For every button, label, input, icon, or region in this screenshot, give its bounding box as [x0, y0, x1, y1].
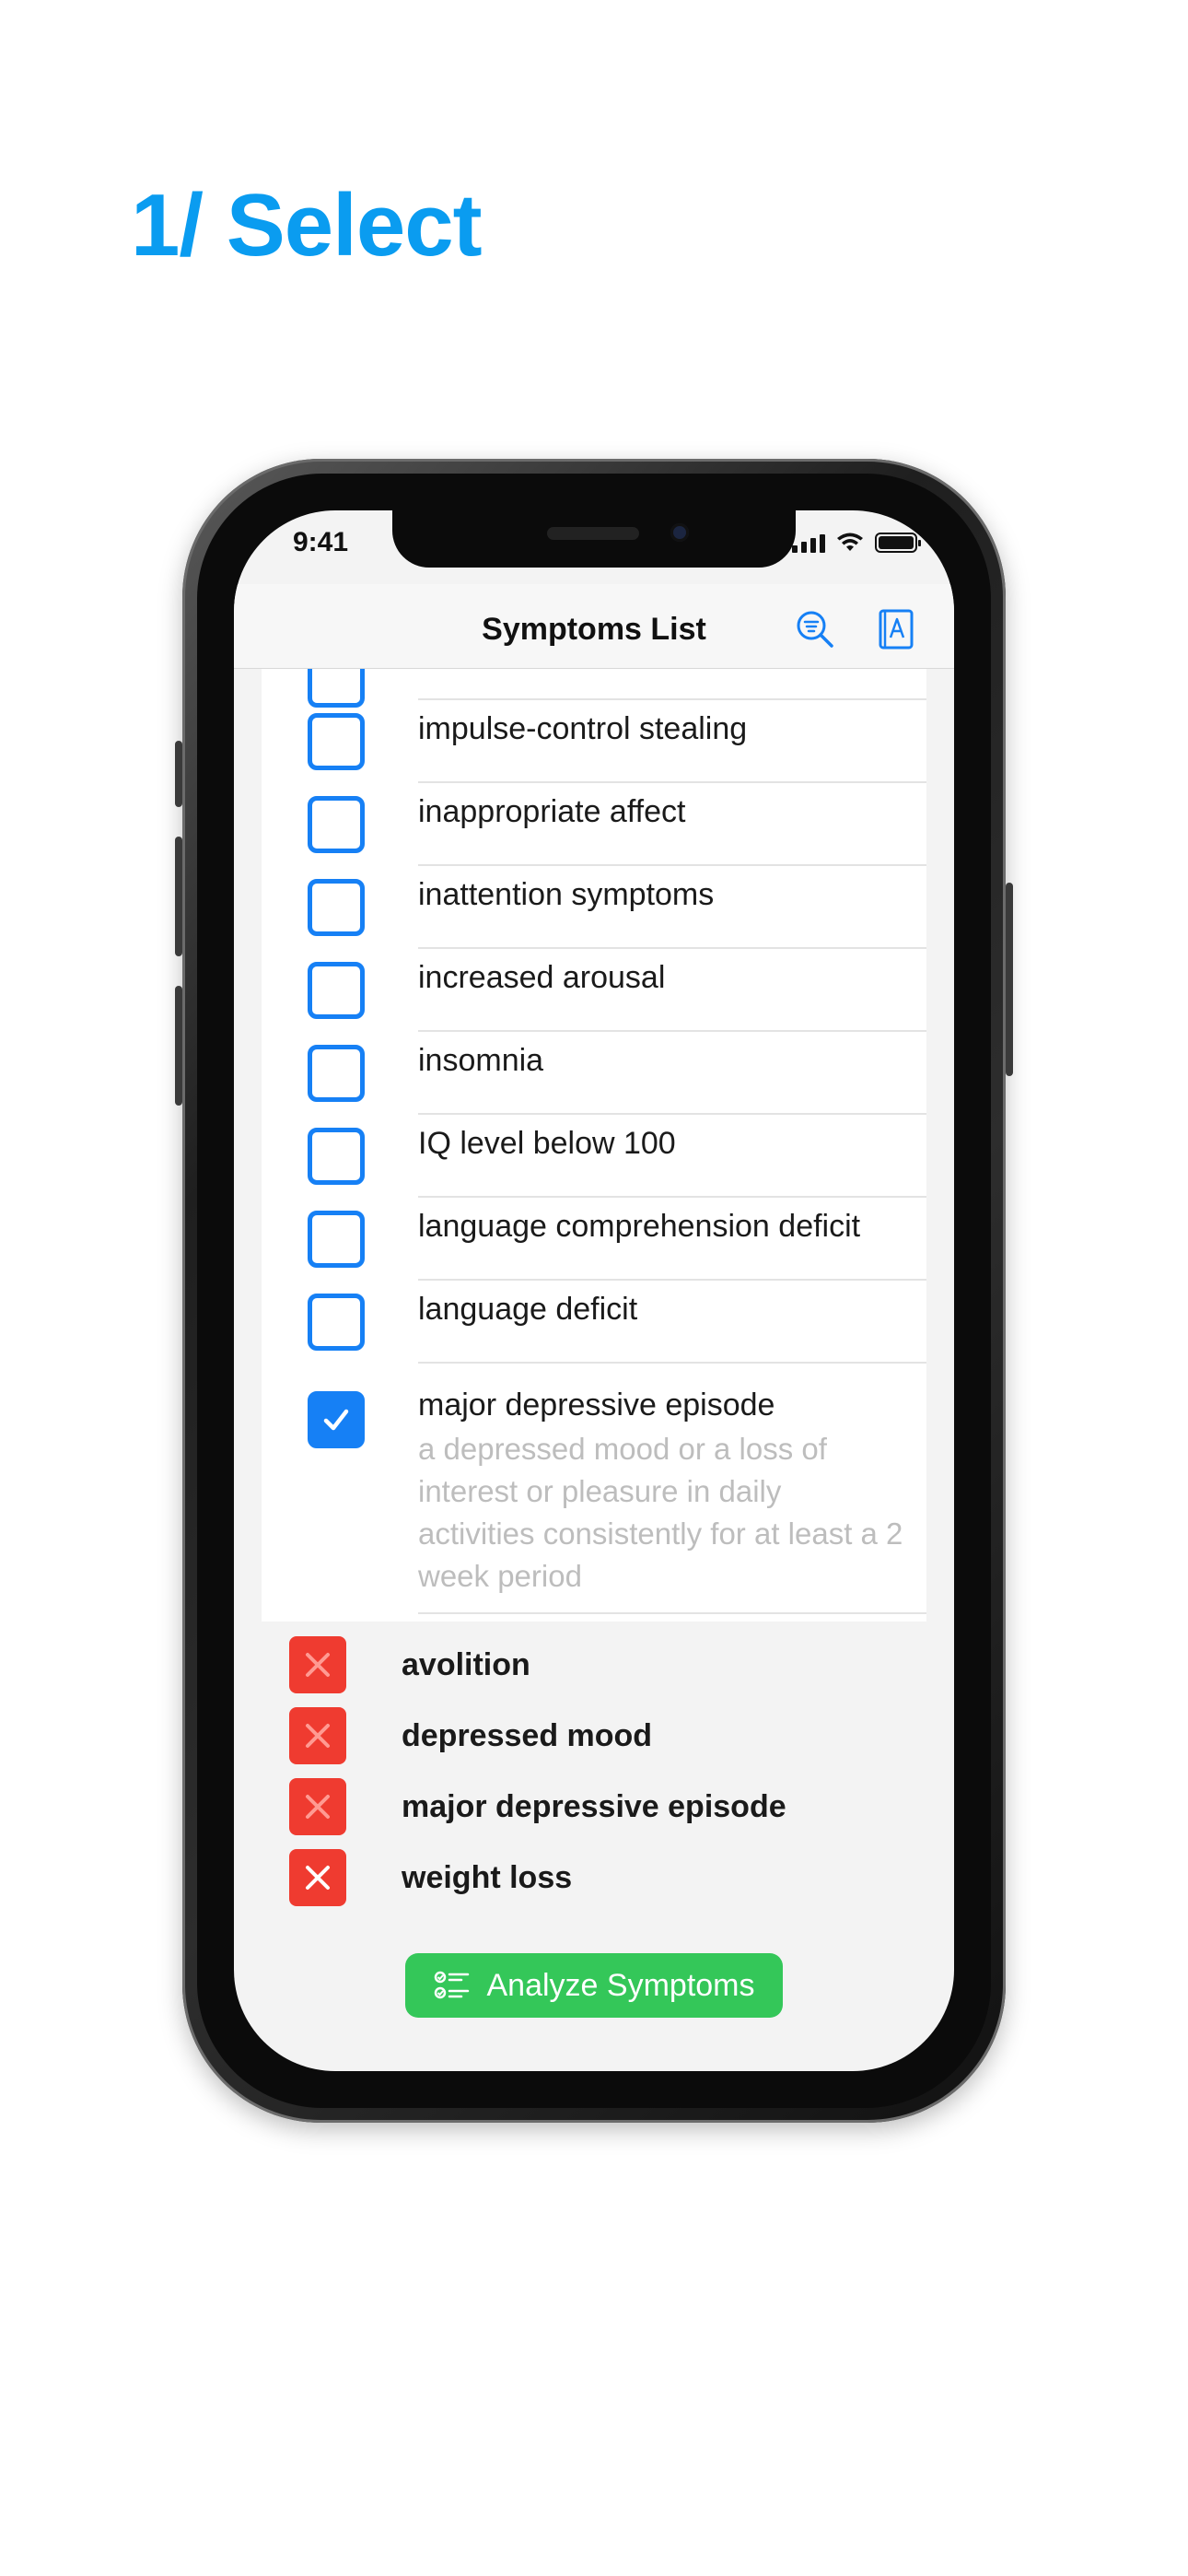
screen: 9:41 Symptoms List impulse-control steal… — [234, 510, 954, 2071]
analyze-button-label: Analyze Symptoms — [486, 1967, 755, 2003]
list-item-label: increased arousal — [418, 960, 666, 995]
selected-item: depressed mood — [289, 1707, 897, 1766]
list-item-label: major depressive episode — [418, 1388, 775, 1423]
analyze-symptoms-button[interactable]: Analyze Symptoms — [405, 1953, 783, 2018]
row-separator — [418, 1612, 926, 1614]
checkbox[interactable] — [308, 1045, 365, 1102]
list-item[interactable]: inappropriate affect — [262, 783, 926, 866]
list-item[interactable]: insomnia — [262, 1032, 926, 1115]
volume-up-button — [175, 837, 182, 956]
remove-button[interactable] — [289, 1636, 346, 1693]
notch — [392, 510, 796, 568]
checkbox[interactable] — [308, 796, 365, 853]
list-item-label: inattention symptoms — [418, 877, 715, 912]
list-item-label: inappropriate affect — [418, 794, 686, 829]
remove-button[interactable] — [289, 1849, 346, 1906]
list-item-label: insomnia — [418, 1043, 544, 1078]
list-item-label: IQ level below 100 — [418, 1126, 676, 1161]
status-time: 9:41 — [293, 527, 349, 557]
selected-item-label: avolition — [402, 1647, 530, 1682]
status-icons — [792, 533, 921, 553]
list-item[interactable]: inattention symptoms — [262, 866, 926, 949]
close-icon — [306, 1866, 330, 1890]
checkbox[interactable] — [308, 713, 365, 770]
dictionary-book-icon[interactable] — [875, 608, 917, 650]
close-icon — [306, 1795, 330, 1819]
remove-button[interactable] — [289, 1778, 346, 1835]
list-item-description: a depressed mood or a loss of interest o… — [418, 1432, 903, 1593]
wifi-icon — [837, 533, 863, 551]
list-item[interactable]: IQ level below 100 — [262, 1115, 926, 1198]
close-icon — [306, 1724, 330, 1748]
list-item-label: impulse-control stealing — [418, 711, 748, 746]
selected-item-label: weight loss — [402, 1860, 573, 1895]
selected-item: avolition — [289, 1636, 897, 1695]
selected-item: major depressive episode — [289, 1778, 897, 1837]
checkbox[interactable] — [308, 1211, 365, 1268]
list-item[interactable]: increased arousal — [262, 949, 926, 1032]
checkmark-icon — [323, 1409, 349, 1431]
checkbox-checked[interactable] — [308, 1391, 365, 1448]
list-item[interactable]: impulse-control stealing — [262, 700, 926, 783]
selected-item-label: depressed mood — [402, 1718, 653, 1753]
page: 1/ Select 9:41 Symptoms List impulse-con… — [0, 0, 1188, 2576]
checkbox[interactable] — [308, 1294, 365, 1351]
remove-button[interactable] — [289, 1707, 346, 1764]
page-headline: 1/ Select — [131, 176, 483, 275]
battery-icon — [875, 533, 921, 553]
mute-switch — [175, 741, 182, 807]
nav-title: Symptoms List — [482, 612, 706, 647]
power-button — [1006, 883, 1013, 1076]
list-item[interactable]: language deficit — [262, 1281, 926, 1364]
list-item[interactable]: language comprehension deficit — [262, 1198, 926, 1281]
list-item-label: language comprehension deficit — [418, 1209, 861, 1244]
checkbox[interactable] — [308, 962, 365, 1019]
checkbox[interactable] — [308, 1128, 365, 1185]
volume-down-button — [175, 986, 182, 1106]
phone-frame: 9:41 Symptoms List impulse-control steal… — [175, 459, 1013, 2123]
list-item-label: language deficit — [418, 1292, 638, 1327]
search-list-icon[interactable] — [794, 608, 836, 650]
checklist-icon — [434, 1971, 469, 1999]
list-item-selected[interactable]: major depressive episode a depressed moo… — [262, 1364, 926, 1622]
navigation-bar: Symptoms List — [234, 584, 954, 669]
selected-item: weight loss — [289, 1849, 897, 1908]
front-camera — [670, 523, 689, 542]
selected-item-label: major depressive episode — [402, 1789, 786, 1824]
close-icon — [306, 1653, 330, 1677]
checkbox[interactable] — [308, 879, 365, 936]
speaker — [547, 527, 639, 540]
symptoms-list[interactable]: impulse-control stealing inappropriate a… — [262, 669, 926, 1622]
cellular-signal-icon — [792, 533, 825, 553]
